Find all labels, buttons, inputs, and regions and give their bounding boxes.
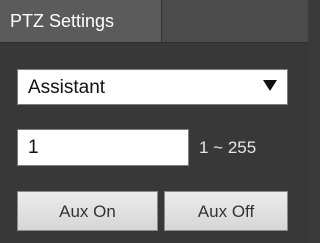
aux-off-button[interactable]: Aux Off (164, 191, 288, 231)
aux-on-button[interactable]: Aux On (17, 191, 158, 231)
aux-number-input[interactable] (17, 129, 189, 166)
aux-range-label: 1 ~ 255 (199, 138, 257, 157)
ptz-settings-panel: PTZ Settings Assistant 1 ~ 255 Aux On Au… (0, 0, 308, 243)
function-select[interactable]: Assistant (17, 69, 288, 105)
panel-header: PTZ Settings (0, 0, 308, 43)
triangle-down-icon (263, 80, 277, 91)
tab-ptz-settings[interactable]: PTZ Settings (0, 0, 162, 42)
panel-title: PTZ Settings (10, 11, 115, 31)
function-select-value: Assistant (28, 77, 106, 98)
